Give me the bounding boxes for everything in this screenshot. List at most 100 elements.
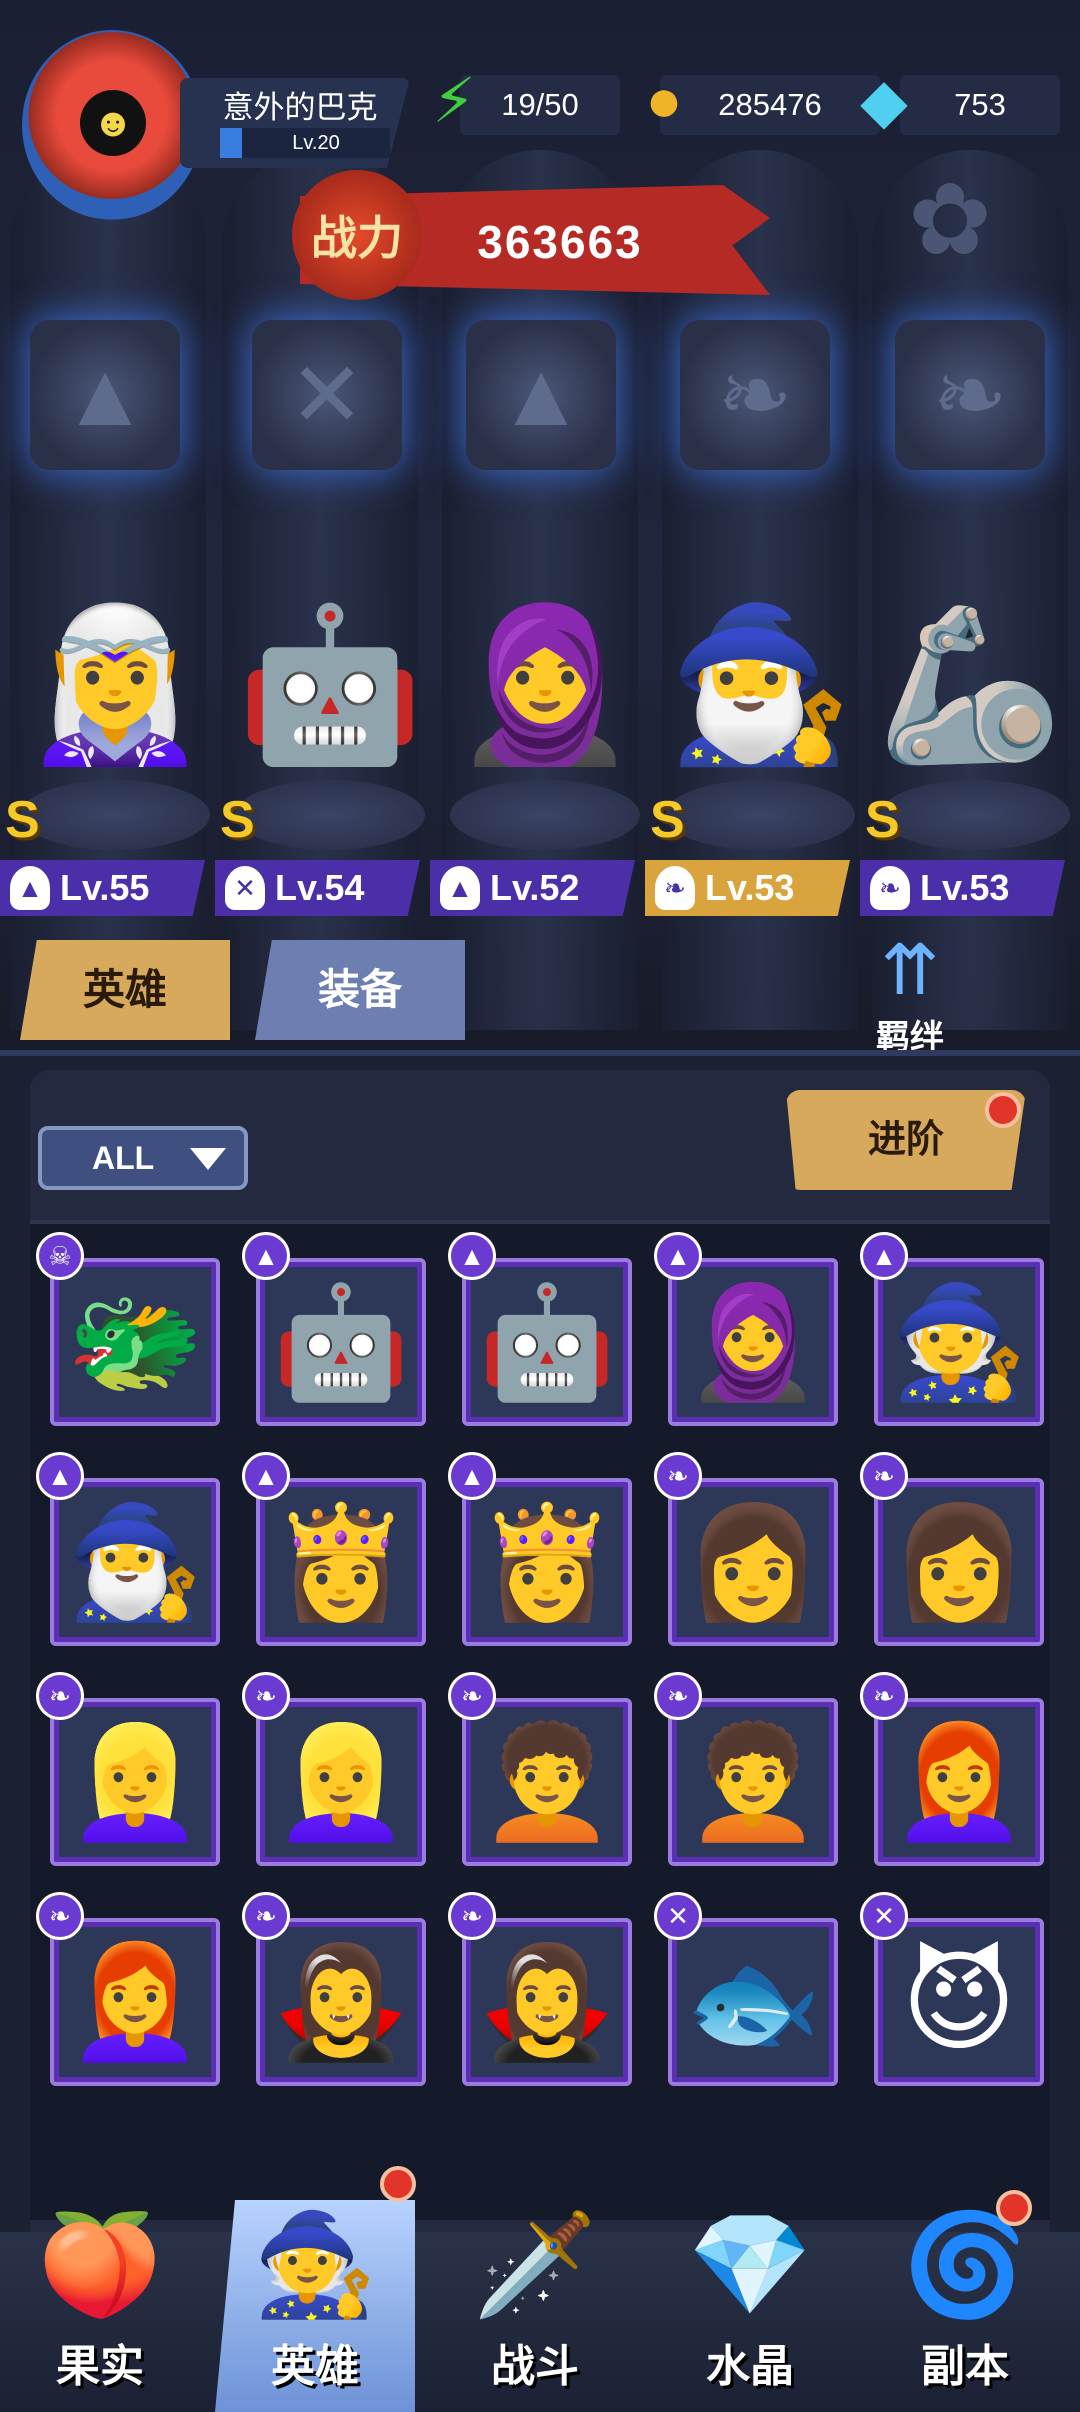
wing-icon: ❧ xyxy=(654,1672,702,1720)
roster-hero-card[interactable]: 👩 xyxy=(874,1478,1044,1646)
roster-hero-card[interactable]: 👸 xyxy=(256,1478,426,1646)
hero-portrait: 🧛‍♀️ xyxy=(471,1927,623,2077)
hero-portrait: 👩 xyxy=(677,1487,829,1637)
hero-rank-badge: S xyxy=(220,791,255,849)
nav-fruit[interactable]: 🍑 果实 xyxy=(0,2200,200,2412)
roster-hero-card[interactable]: 🐲 xyxy=(50,1258,220,1426)
bond-button[interactable]: ⇈ 羁绊 xyxy=(830,930,990,1070)
roster-hero-card[interactable]: 👩 xyxy=(668,1478,838,1646)
hero-slot-5[interactable]: 🦾 xyxy=(870,560,1070,810)
roster-hero-card[interactable]: 👩‍🦰 xyxy=(874,1698,1044,1866)
notification-dot xyxy=(380,2166,416,2202)
roster-hero-card[interactable]: 👱‍♀️ xyxy=(256,1698,426,1866)
hero-portrait: 👩‍🦰 xyxy=(883,1707,1035,1857)
player-avatar[interactable]: ☻ xyxy=(22,30,202,220)
tab-equipment[interactable]: 装备 xyxy=(255,940,465,1040)
chevron-down-icon xyxy=(190,1148,226,1170)
roster-hero-card[interactable]: 🧙 xyxy=(874,1258,1044,1426)
wing-icon: ❧ xyxy=(242,1892,290,1940)
hero-slot-3[interactable]: 🧕 xyxy=(445,560,645,810)
hero-portrait: 🧕 xyxy=(677,1267,829,1417)
hero-portrait: 👩‍🦰 xyxy=(59,1927,211,2077)
gem-counter: 753 xyxy=(900,75,1060,135)
portal-icon: 🌀 xyxy=(902,2209,1028,2321)
wing-icon: ❧ xyxy=(870,866,910,910)
roster-hero-card[interactable]: 😈 xyxy=(874,1918,1044,2086)
nav-battle[interactable]: 🗡️ 战斗 xyxy=(435,2200,635,2412)
wing-icon: ❧ xyxy=(36,1892,84,1940)
hero-level: Lv.55 xyxy=(60,867,150,908)
power-value: 363663 xyxy=(477,216,643,268)
hero-portrait: 👸 xyxy=(471,1487,623,1637)
wing-icon: ❧ xyxy=(860,1452,908,1500)
tab-heroes[interactable]: 英雄 xyxy=(20,940,230,1040)
hero-level-bar: ✕ Lv.54 xyxy=(215,860,420,916)
roster-hero-card[interactable]: 🧛‍♀️ xyxy=(462,1918,632,2086)
nav-hero[interactable]: 🧙 英雄 xyxy=(215,2200,415,2412)
hero-portrait: 🤖 xyxy=(471,1267,623,1417)
hero-portrait: 👸 xyxy=(265,1487,417,1637)
roster-hero-card[interactable]: 🤖 xyxy=(256,1258,426,1426)
mage-hat-icon: ▲ xyxy=(466,320,616,470)
wing-icon: ❧ xyxy=(860,1672,908,1720)
roster-hero-card[interactable]: 🧑‍🦱 xyxy=(668,1698,838,1866)
wing-icon: ❧ xyxy=(680,320,830,470)
hero-portrait: 🐟 xyxy=(677,1927,829,2077)
mage-hat-icon: ▲ xyxy=(36,1452,84,1500)
hero-portrait: 🐲 xyxy=(59,1267,211,1417)
nav-hero-label: 英雄 xyxy=(271,2342,359,2391)
wing-icon: ❧ xyxy=(448,1892,496,1940)
hero-slot-2[interactable]: 🤖 xyxy=(230,560,430,810)
mage-hat-icon: ▲ xyxy=(448,1452,496,1500)
wing-icon: ❧ xyxy=(895,320,1045,470)
fruit-icon: 🍑 xyxy=(37,2209,163,2321)
roster-hero-card[interactable]: 🧙‍♂️ xyxy=(50,1478,220,1646)
wrench-icon: ✕ xyxy=(860,1892,908,1940)
player-level: Lv.20 xyxy=(220,128,390,158)
nav-crystal-label: 水晶 xyxy=(706,2342,794,2391)
roster-hero-card[interactable]: 🤖 xyxy=(462,1258,632,1426)
mage-hat-icon: ▲ xyxy=(242,1452,290,1500)
gold-add-icon[interactable]: ● xyxy=(625,60,703,140)
hero-rank-badge: S xyxy=(650,791,685,849)
hero-level-bar: ▲ Lv.55 xyxy=(0,860,205,916)
nav-crystal[interactable]: 💎 水晶 xyxy=(650,2200,850,2412)
roster-hero-card[interactable]: 🧕 xyxy=(668,1258,838,1426)
hero-portrait: 🧑‍🦱 xyxy=(471,1707,623,1857)
hero-portrait: 🧛‍♀️ xyxy=(265,1927,417,2077)
avatar-face-icon: ☻ xyxy=(80,90,146,156)
nav-fruit-label: 果实 xyxy=(56,2342,144,2391)
roster-hero-card[interactable]: 🧑‍🦱 xyxy=(462,1698,632,1866)
clover-icon[interactable]: ✿ xyxy=(900,170,1000,270)
demon-icon: ☠ xyxy=(36,1232,84,1280)
roster-hero-card[interactable]: 👩‍🦰 xyxy=(50,1918,220,2086)
hero-portrait: 🧙 xyxy=(883,1267,1035,1417)
roster-hero-card[interactable]: 👱‍♀️ xyxy=(50,1698,220,1866)
nav-dungeon[interactable]: 🌀 副本 xyxy=(865,2200,1065,2412)
wing-icon: ❧ xyxy=(654,1452,702,1500)
hero-slot-1[interactable]: 🧝‍♀️ xyxy=(15,560,215,810)
mage-hat-icon: ▲ xyxy=(860,1232,908,1280)
hero-slot-4[interactable]: 🧙‍♂️ xyxy=(660,560,860,810)
filter-dropdown[interactable]: ALL xyxy=(38,1126,248,1190)
hero-level-bar: ▲ Lv.52 xyxy=(430,860,635,916)
filter-value: ALL xyxy=(92,1140,155,1176)
wrench-icon: ✕ xyxy=(225,866,265,910)
hero-portrait: 👱‍♀️ xyxy=(265,1707,417,1857)
wrench-icon: ✕ xyxy=(654,1892,702,1940)
hero-rank-badge: S xyxy=(865,791,900,849)
energy-add-icon[interactable]: ⚡ xyxy=(415,60,493,140)
hero-level-bar: ❧ Lv.53 xyxy=(645,860,850,916)
hero-level: Lv.53 xyxy=(705,867,795,908)
nav-battle-label: 战斗 xyxy=(491,2342,579,2391)
roster-hero-card[interactable]: 🧛‍♀️ xyxy=(256,1918,426,2086)
roster-hero-card[interactable]: 🐟 xyxy=(668,1918,838,2086)
hero-portrait: 👱‍♀️ xyxy=(59,1707,211,1857)
mage-hat-icon: ▲ xyxy=(30,320,180,470)
hero-rank-badge: S xyxy=(5,791,40,849)
hero-portrait: 👩 xyxy=(883,1487,1035,1637)
roster-hero-card[interactable]: 👸 xyxy=(462,1478,632,1646)
gem-add-icon[interactable]: ◆ xyxy=(845,60,923,140)
wing-icon: ❧ xyxy=(242,1672,290,1720)
wing-icon: ❧ xyxy=(448,1672,496,1720)
